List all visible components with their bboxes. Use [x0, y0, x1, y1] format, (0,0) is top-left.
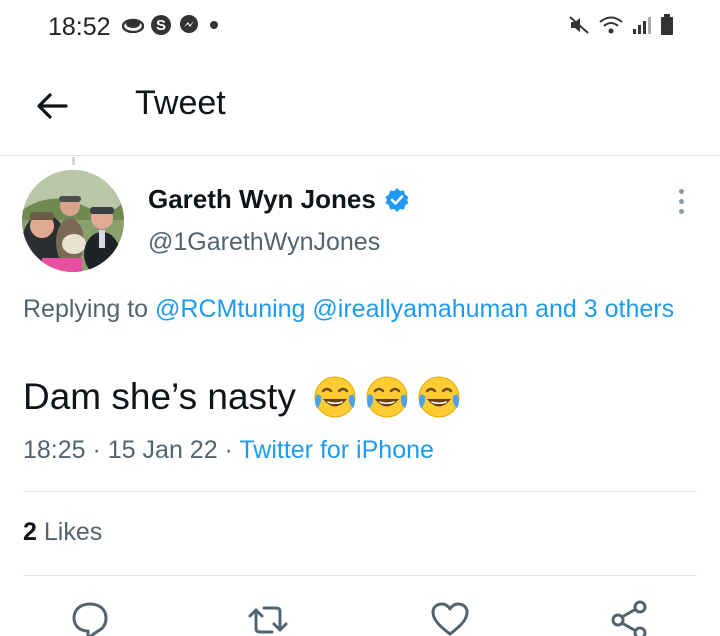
svg-text:S: S — [156, 17, 166, 34]
replying-to-prefix: Replying to — [23, 295, 156, 323]
more-dot — [678, 208, 684, 214]
avatar[interactable] — [22, 170, 124, 272]
wifi-icon — [599, 16, 623, 34]
heart-icon — [431, 602, 469, 636]
skype-icon: S — [151, 15, 171, 35]
retweet-button[interactable] — [246, 598, 290, 636]
others-link[interactable]: and 3 others — [535, 295, 674, 323]
messenger-icon — [180, 15, 198, 33]
replying-to: Replying to @RCMtuning @ireallyamahuman … — [23, 290, 683, 328]
back-button[interactable] — [30, 86, 74, 126]
thread-connector — [72, 157, 75, 165]
more-options-button[interactable] — [666, 184, 696, 218]
tweet-date: 15 Jan 22 — [107, 436, 218, 464]
face-with-tears-of-joy-icon — [366, 376, 408, 418]
author-name-text: Gareth Wyn Jones — [148, 184, 376, 214]
likes-count-link[interactable]: 2 Likes — [23, 518, 102, 547]
share-button[interactable] — [608, 598, 652, 636]
tweet-text: Dam she’s nasty — [23, 376, 296, 417]
cloud-icon — [122, 18, 144, 33]
reply-button[interactable] — [68, 598, 112, 636]
likes-label: Likes — [43, 518, 103, 546]
more-dot — [678, 188, 684, 194]
tweet-body: Dam she’s nasty — [23, 374, 462, 420]
author-handle[interactable]: @1GarethWynJones — [148, 228, 380, 257]
share-icon — [611, 600, 647, 636]
status-time: 18:52 — [48, 13, 111, 41]
battery-icon — [661, 14, 673, 35]
divider — [23, 491, 697, 492]
notification-icons: S — [122, 14, 222, 36]
app-header: Tweet — [0, 56, 720, 156]
mention-link-rcmtuning[interactable]: @RCMtuning — [155, 295, 305, 323]
like-button[interactable] — [428, 598, 472, 636]
mention-link-ireallyamahuman[interactable]: @ireallyamahuman — [312, 295, 528, 323]
dot-icon — [210, 21, 218, 29]
divider — [23, 575, 697, 576]
retweet-icon — [248, 606, 288, 634]
more-dot — [678, 198, 684, 204]
like-count: 2 — [23, 518, 37, 546]
author-name[interactable]: Gareth Wyn Jones — [148, 184, 410, 215]
tweet-time: 18:25 — [23, 436, 86, 464]
signal-icon — [633, 17, 651, 34]
mute-icon — [569, 16, 589, 34]
tweet-source-link[interactable]: Twitter for iPhone — [239, 436, 434, 464]
verified-badge-icon — [385, 187, 409, 212]
face-with-tears-of-joy-icon — [418, 376, 460, 418]
page-title: Tweet — [135, 84, 226, 122]
face-with-tears-of-joy-icon — [314, 376, 356, 418]
tweet-meta: 18:25 · 15 Jan 22 · Twitter for iPhone — [23, 436, 434, 464]
system-icons — [568, 14, 674, 36]
status-bar: 18:52 S — [0, 0, 720, 56]
arrow-left-icon — [37, 93, 68, 119]
reply-icon — [72, 602, 108, 636]
